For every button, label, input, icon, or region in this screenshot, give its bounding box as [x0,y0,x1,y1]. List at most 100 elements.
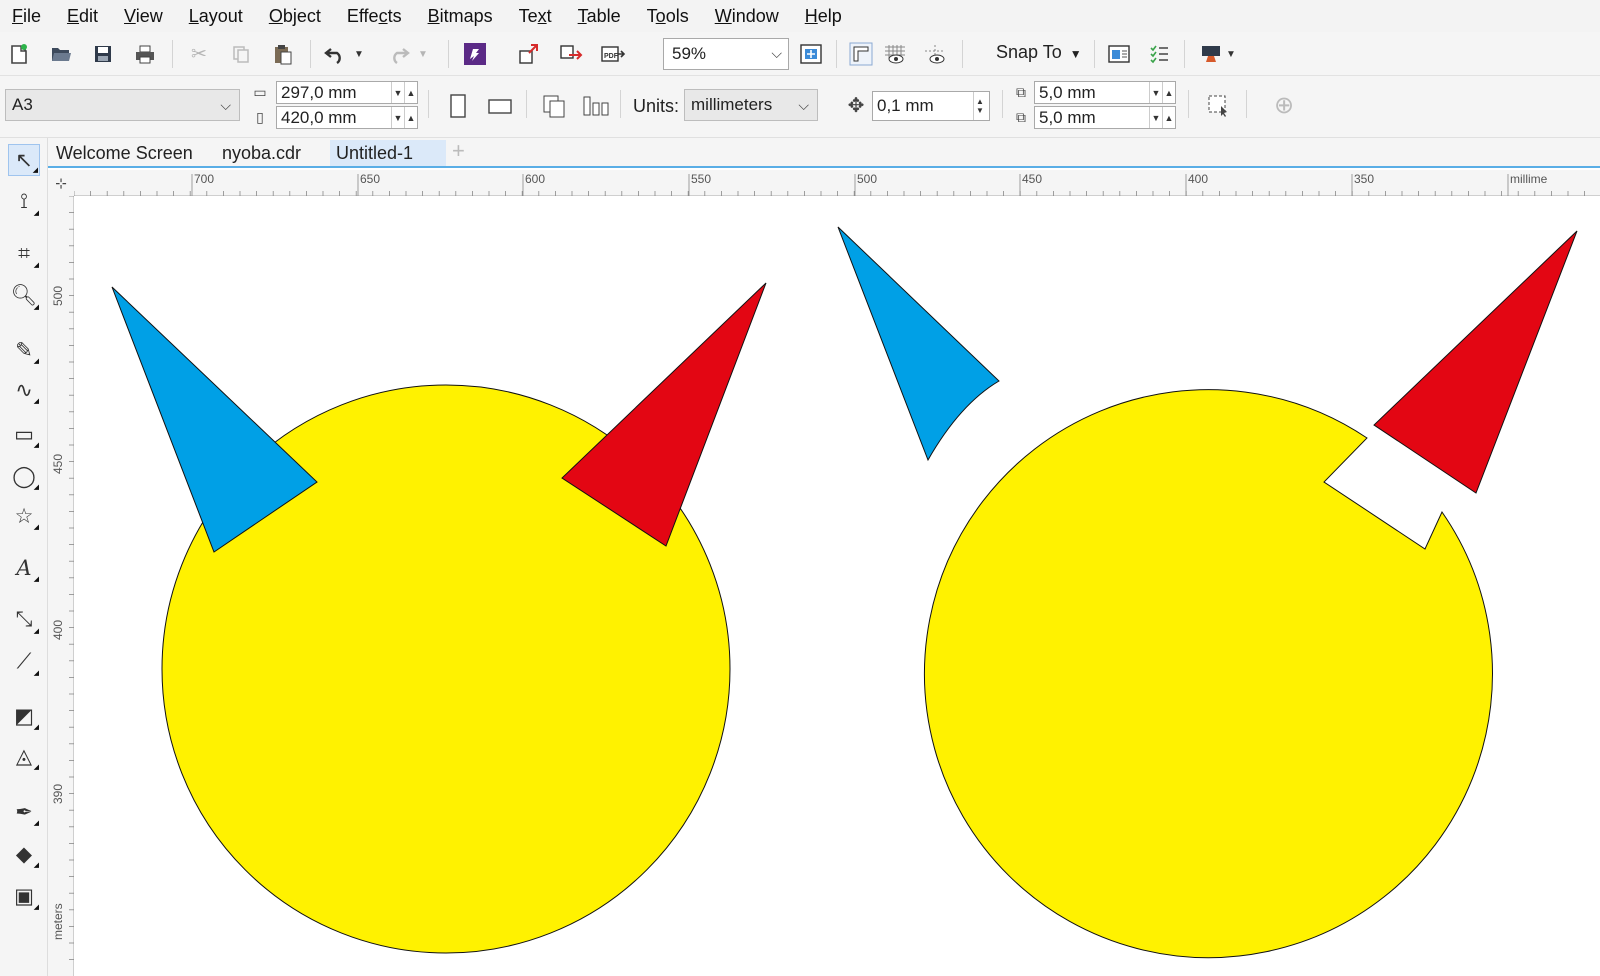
menu-item-object[interactable]: Object [269,6,334,27]
duplicate-y-icon: ⧉ [1016,108,1026,125]
print-icon[interactable] [132,42,158,66]
new-document-icon[interactable] [6,42,32,66]
all-pages-icon[interactable] [540,92,568,120]
options-checklist-icon[interactable] [1146,42,1172,66]
drawing [111,226,1578,959]
menu-accelerator: T [577,5,587,26]
open-folder-icon[interactable] [48,42,74,66]
menu-accelerator: L [188,5,199,26]
portrait-orientation-icon[interactable] [444,92,472,120]
redo-icon[interactable] [386,42,412,66]
treat-as-filled-icon[interactable] [1204,91,1232,119]
paste-icon[interactable] [270,42,296,66]
duplicate-x-spinner[interactable]: ▼ ▲ [1149,82,1175,103]
launcher-dropdown-icon[interactable]: ▼ [1224,42,1238,66]
rectangle-icon[interactable]: ▭ ◢ [8,418,40,450]
menu-accelerator: W [714,5,732,26]
full-screen-preview-icon[interactable] [798,42,824,66]
page-size-combo[interactable]: A3 ⌵ [5,89,240,121]
import-icon[interactable] [516,42,542,66]
shape-icon[interactable]: ⟟ ◢ [8,186,40,218]
flyout-indicator-icon: ◢ [33,764,39,771]
units-combo[interactable]: millimeters ⌵ [684,89,818,121]
snap-to-dropdown[interactable]: Snap To ▼ [996,42,1082,63]
page-width-field[interactable]: 297,0 mm ▼ ▲ [276,81,418,104]
duplicate-x-field[interactable]: 5,0 mm ▼ ▲ [1034,81,1176,104]
smart-fill-icon[interactable]: ▣ ◢ [8,880,40,912]
nudge-distance-value: 0,1 mm [877,96,934,115]
page-height-field[interactable]: 420,0 mm ▼ ▲ [276,106,418,129]
vertical-ruler[interactable]: 500 450 400 390 meters [48,195,74,976]
flyout-indicator-icon: ◢ [33,210,39,217]
nudge-distance-field[interactable]: 0,1 mm ▲ ▼ [872,91,990,121]
current-page-icon[interactable] [582,92,610,120]
menu-item-layout[interactable]: Layout [189,6,256,27]
tab-label: Welcome Screen [56,142,193,163]
interactive-fill-icon[interactable]: ◆ ◢ [8,838,40,870]
save-icon[interactable] [90,42,116,66]
text-icon[interactable]: A ◢ [8,552,40,584]
landscape-orientation-icon[interactable] [486,92,514,120]
dimension-icon[interactable]: ⤡ ◢ [8,604,40,636]
menu-item-effects[interactable]: Effects [347,6,415,27]
crop-icon[interactable]: ⌗ ◢ [8,238,40,270]
add-tab-icon[interactable]: + [452,138,465,164]
connector-icon[interactable]: ⟋ ◢ [8,646,40,678]
duplicate-y-value: 5,0 mm [1039,107,1096,127]
menu-item-view[interactable]: View [124,6,176,27]
ellipse-icon[interactable]: ◯ ◢ [8,460,40,492]
zoom-level-value: 59% [672,44,707,63]
show-grid-icon[interactable] [882,42,908,66]
ruler-label: 400 [1188,172,1208,186]
units-value: millimeters [691,95,773,114]
copy-icon[interactable] [228,42,254,66]
show-rulers-icon[interactable] [848,42,874,66]
add-toolbar-item-icon[interactable]: ⊕ [1270,91,1298,119]
drop-shadow-icon[interactable]: ◩ ◢ [8,700,40,732]
zoom-level-combo[interactable]: 59% ⌵ [663,38,789,70]
page-height-spinner[interactable]: ▼ ▲ [391,107,417,128]
flyout-indicator-icon: ◢ [33,358,39,365]
drawing-canvas[interactable] [74,196,1600,976]
artistic-media-icon[interactable]: ∿ ◢ [8,374,40,406]
redo-dropdown-icon[interactable]: ▼ [416,42,430,66]
transparency-icon[interactable]: ◬ ◢ [8,740,40,772]
undo-icon[interactable] [322,42,348,66]
duplicate-x-value: 5,0 mm [1039,82,1096,102]
tab-untitled-1[interactable]: Untitled-1 [330,140,446,166]
launch-application-icon[interactable] [1198,42,1224,66]
export-icon[interactable] [558,42,584,66]
tab-welcome-screen[interactable]: Welcome Screen [50,140,199,166]
duplicate-y-field[interactable]: 5,0 mm ▼ ▲ [1034,106,1176,129]
ruler-label: millime [1510,172,1548,186]
menu-item-text[interactable]: Text [519,6,565,27]
welcome-screen-icon[interactable] [1106,42,1132,66]
nudge-distance-spinner[interactable]: ▲ ▼ [973,92,989,120]
zoom-icon[interactable]: 🔍︎ ◢ [8,280,40,312]
search-content-icon[interactable] [462,42,488,66]
ruler-origin-icon[interactable]: ⊹ [48,170,74,196]
pick-icon[interactable]: ↖ ◢ [8,144,40,176]
menu-accelerator: V [124,5,136,26]
menu-item-file[interactable]: File [12,6,54,27]
menu-item-window[interactable]: Window [715,6,792,27]
menu-item-tools[interactable]: Tools [647,6,702,27]
menu-item-bitmaps[interactable]: Bitmaps [428,6,506,27]
menu-bar: File Edit View Layout Object Effects Bitmaps Te… [0,0,1600,32]
undo-dropdown-icon[interactable]: ▼ [352,42,366,66]
horizontal-ruler[interactable]: 700 650 600 550 500 450 400 350 millime [73,170,1600,196]
freehand-icon[interactable]: ✎ ◢ [8,334,40,366]
tab-nyoba-cdr[interactable]: nyoba.cdr [216,140,307,166]
menu-item-edit[interactable]: Edit [67,6,111,27]
publish-pdf-icon[interactable]: PDF [600,42,626,66]
polygon-icon[interactable]: ☆ ◢ [8,500,40,532]
show-guidelines-icon[interactable] [922,42,948,66]
page-width-spinner[interactable]: ▼ ▲ [391,82,417,103]
menu-item-help[interactable]: Help [805,6,855,27]
blue-shape-right [837,226,1000,462]
eyedropper-icon[interactable]: ✒ ◢ [8,796,40,828]
duplicate-y-spinner[interactable]: ▼ ▲ [1149,107,1175,128]
menu-item-table[interactable]: Table [578,6,634,27]
menu-accelerator: H [804,5,818,26]
cut-icon[interactable]: ✂ [186,42,212,66]
